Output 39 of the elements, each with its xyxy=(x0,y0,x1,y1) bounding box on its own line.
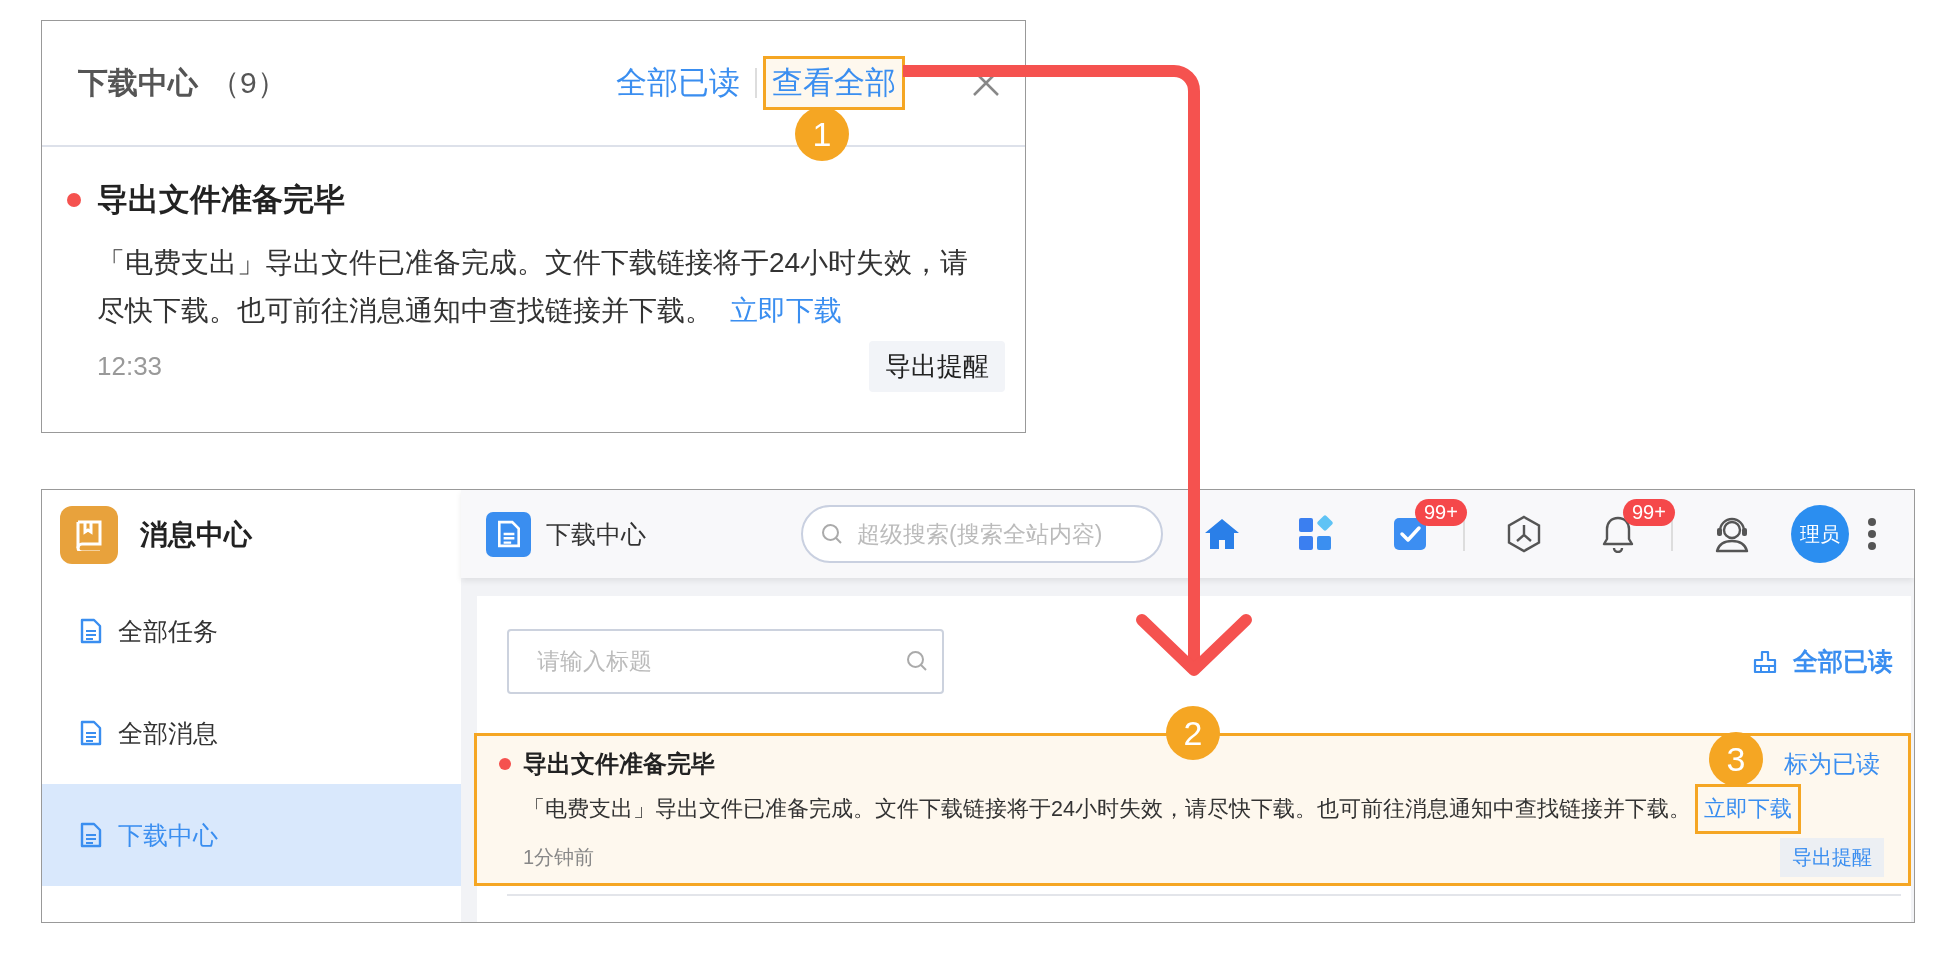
category-tag[interactable]: 导出提醒 xyxy=(1780,838,1884,877)
mark-read-link[interactable]: 标为已读 xyxy=(1780,748,1884,780)
title-search-field[interactable]: 请输入标题 xyxy=(507,629,944,694)
count-label: （9） xyxy=(210,64,287,101)
header-link[interactable]: 全部已读 xyxy=(607,55,749,111)
header-link[interactable]: 查看全部 xyxy=(763,55,905,111)
more-icon xyxy=(1867,517,1877,551)
category-tag[interactable]: 导出提醒 xyxy=(869,341,1005,392)
message-time: 1分钟前 xyxy=(523,845,596,870)
hexagon-icon xyxy=(1506,515,1542,553)
user-avatar[interactable]: 理员 xyxy=(1791,505,1849,563)
page-title: 下载中心 xyxy=(546,518,647,550)
count-badge: 99+ xyxy=(1623,499,1675,526)
app-title: 消息中心 xyxy=(140,518,252,552)
message-title: 导出文件准备完毕 xyxy=(97,181,345,219)
sidebar-item[interactable]: 全部消息 xyxy=(42,682,461,784)
download-link[interactable]: 立即下载 xyxy=(1694,784,1801,834)
search-icon xyxy=(906,650,928,672)
download-link[interactable]: 立即下载 xyxy=(727,292,845,329)
panel-title: 下载中心 xyxy=(78,64,198,101)
message-title: 导出文件准备完毕 xyxy=(523,749,715,779)
count-badge: 99+ xyxy=(1415,499,1467,526)
document-icon xyxy=(486,511,531,557)
search-icon xyxy=(821,523,843,545)
document-icon xyxy=(80,822,102,848)
mark-all-read-button[interactable]: 全部已读 xyxy=(1747,644,1899,679)
home-icon xyxy=(1203,517,1241,551)
message-time: 12:33 xyxy=(97,351,163,382)
document-icon xyxy=(80,618,102,644)
app-logo xyxy=(60,506,118,564)
message-text: 「电费支出」导出文件已准备完成。文件下载链接将于24小时失效，请尽快下载。也可前往消息通知中查找链接并下载。 立即下载 xyxy=(97,239,992,335)
apps-icon xyxy=(1297,515,1335,553)
bell-icon xyxy=(1601,515,1635,553)
sidebar-item[interactable]: 下载中心 xyxy=(42,784,461,886)
document-icon xyxy=(80,720,102,746)
search-field[interactable]: 超级搜索(搜索全站内容) xyxy=(801,505,1163,563)
broom-icon xyxy=(1753,649,1777,674)
message-text: 「电费支出」导出文件已准备完成。文件下载链接将于24小时失效，请尽快下载。也可前往消息通知中查找链接并下载。 立即下载 xyxy=(523,786,1884,832)
sidebar-item[interactable]: 全部任务 xyxy=(42,580,461,682)
